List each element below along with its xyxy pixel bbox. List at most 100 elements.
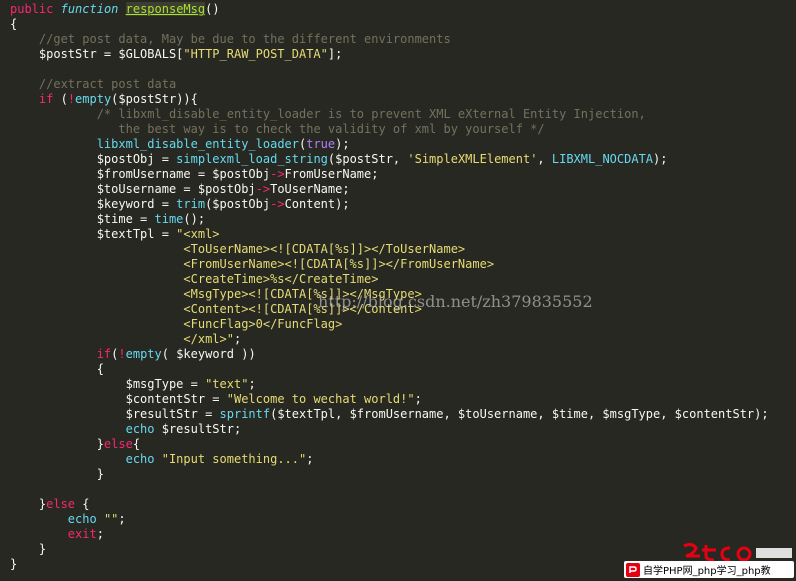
code-token: else [46,497,76,511]
code-token: () [205,2,220,16]
code-token: time [154,212,184,226]
code-token: -> [270,167,285,181]
code-editor[interactable]: public function responseMsg(){ //get pos… [0,0,796,581]
code-token: <FromUserName><![CDATA[%s]]></FromUserNa… [183,257,495,271]
code-token: { [10,17,18,31]
code-token: } [10,497,47,511]
code-token: echo [125,452,155,466]
code-token: true [306,137,336,151]
code-line: echo "Input something..."; [10,452,769,467]
code-token: { [132,437,141,451]
code-token: <FuncFlag>0</FuncFlag> [183,317,343,331]
code-line: $msgType = "text"; [10,377,769,392]
code-token: { [75,497,90,511]
code-token: echo [125,422,155,436]
code-token: "<xml> [176,227,220,241]
code-token: sprintf [219,407,271,421]
code-token: else [103,437,133,451]
code-token: responseMsg [125,2,206,16]
code-line: $contentStr = "Welcome to wechat world!"… [10,392,769,407]
code-line: echo $resultStr; [10,422,769,437]
code-token: <CreateTime>%s</CreateTime> [183,272,379,286]
code-line: $toUsername = $postObj->ToUserName; [10,182,769,197]
code-line: <ToUserName><![CDATA[%s]]></ToUserName> [10,242,769,257]
code-line: echo ""; [10,512,769,527]
site-logo-graphic [683,542,792,562]
code-token: //extract post data [38,77,177,91]
code-token: "Welcome to wechat world!" [226,392,415,406]
code-token: $postStr = $GLOBALS[ [10,47,184,61]
code-token: Content); [284,197,350,211]
code-line: $postStr = $GLOBALS["HTTP_RAW_POST_DATA"… [10,47,769,62]
code-line: $postObj = simplexml_load_string($postSt… [10,152,769,167]
code-token: ( [53,92,68,106]
code-token: ); [653,152,668,166]
code-token: exit [67,527,97,541]
code-line: }else{ [10,437,769,452]
code-line: if(!empty( $keyword )) [10,347,769,362]
code-token: $toUsername = $postObj [10,182,256,196]
code-token: function [60,2,119,16]
code-token: echo [67,512,97,526]
code-token: { [10,362,104,376]
code-token: ($postObj [205,197,271,211]
code-token: ; [96,527,104,541]
code-line: <FuncFlag>0</FuncFlag> [10,317,769,332]
code-token: , [537,152,552,166]
code-line: //extract post data [10,77,769,92]
site-logo-banner[interactable]: 自学PHP网_php学习_php教 [622,542,794,578]
code-token: ! [118,347,126,361]
code-token: //get post data, May be due to the diffe… [38,32,451,46]
code-token: $msgType = [10,377,206,391]
code-line: public function responseMsg() [10,2,769,17]
code-token: "text" [205,377,249,391]
code-token: $postObj = [10,152,177,166]
code-line: </xml>"; [10,332,769,347]
code-line: { [10,17,769,32]
code-line: $time = time(); [10,212,769,227]
code-token: ToUserName; [270,182,350,196]
code-line: exit; [10,527,769,542]
code-token: ( $keyword )) [161,347,256,361]
code-token: /* libxml_disable_entity_loader is to pr… [96,107,646,121]
watermark-text: http://blog.csdn.net/zh379835552 [318,292,593,311]
code-line: //get post data, May be due to the diffe… [10,32,769,47]
site-logo-tagline-box[interactable]: 自学PHP网_php学习_php教 [624,561,794,578]
code-token: ; [248,377,256,391]
code-line: { [10,362,769,377]
code-token: the best way is to check the validity of… [118,122,545,136]
code-token: $resultStr = [10,407,220,421]
code-line: }else { [10,497,769,512]
code-line: the best way is to check the validity of… [10,122,769,137]
code-line [10,482,769,497]
code-line: <FromUserName><![CDATA[%s]]></FromUserNa… [10,257,769,272]
code-view[interactable]: public function responseMsg(){ //get pos… [10,2,769,572]
code-token: $resultStr; [154,422,242,436]
code-token: -> [270,197,285,211]
code-token: } [10,542,47,556]
code-token: ; [306,452,314,466]
code-token: ; [414,392,422,406]
code-token: $keyword = [10,197,177,211]
code-token: $time = [10,212,155,226]
code-token: public [10,2,54,16]
code-token: $textTpl = [10,227,177,241]
